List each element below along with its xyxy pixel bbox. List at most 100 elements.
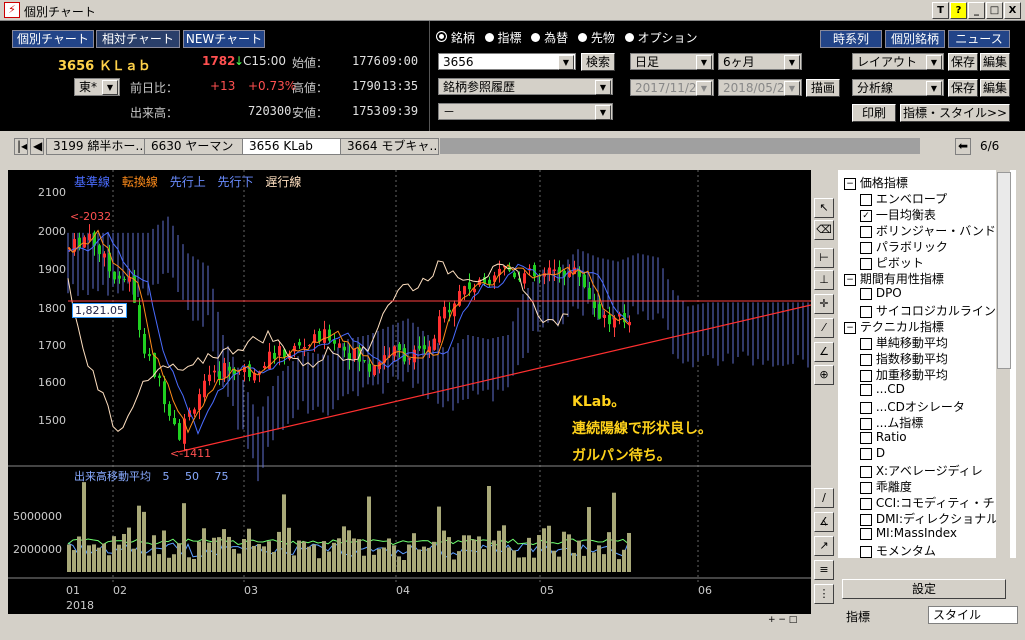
tab-style[interactable]: スタイル: [928, 606, 1018, 624]
minimize-button[interactable]: _: [968, 2, 985, 19]
cursor-icon[interactable]: ↖: [814, 198, 834, 218]
crosshair-icon[interactable]: ✛: [814, 294, 834, 314]
close-button[interactable]: X: [1004, 2, 1021, 19]
eraser-icon[interactable]: ⌫: [814, 220, 834, 240]
timeseries-button[interactable]: 時系列: [820, 30, 882, 48]
tree-item[interactable]: ...CD: [844, 382, 1016, 398]
analysis-save-button[interactable]: 保存: [948, 79, 978, 97]
stock-tab-active[interactable]: 3656 KLab: [242, 138, 341, 155]
search-button[interactable]: 検索: [581, 53, 615, 71]
date-to-input[interactable]: 2018/05/22 ▼: [718, 79, 802, 96]
checkbox[interactable]: [860, 447, 872, 460]
tree-item[interactable]: Ratio: [844, 430, 1016, 446]
period-unit-select[interactable]: 日足 ▼: [630, 53, 714, 70]
extra-select[interactable]: － ▼: [438, 103, 613, 120]
fibonacci-fan-icon[interactable]: ∡: [814, 512, 834, 532]
tree-item[interactable]: DMI:ディレクショナル: [844, 510, 1016, 526]
tree-item[interactable]: MI:MassIndex: [844, 526, 1016, 542]
checkbox[interactable]: [860, 287, 872, 300]
maximize-button[interactable]: □: [986, 2, 1003, 19]
cycle-icon[interactable]: ⋮: [814, 584, 834, 604]
tree-item[interactable]: 乖離度: [844, 478, 1016, 494]
settings-button[interactable]: 設定: [842, 579, 1006, 599]
tree-item[interactable]: モメンタム: [844, 542, 1016, 558]
draw-button[interactable]: 描画: [806, 79, 840, 97]
analysis-select[interactable]: 分析線 ▼: [852, 79, 944, 96]
scroll-thumb[interactable]: [997, 172, 1011, 369]
tree-item[interactable]: ...ム指標: [844, 414, 1016, 430]
tree-group[interactable]: − 価格指標: [844, 174, 1016, 190]
checkbox[interactable]: [860, 257, 872, 270]
checkbox[interactable]: [860, 527, 872, 540]
market-select[interactable]: 東* ▼: [74, 78, 120, 96]
tree-scrollbar[interactable]: [996, 170, 1011, 558]
tab-relative-chart[interactable]: 相対チャート: [96, 30, 180, 48]
checkbox[interactable]: [860, 383, 872, 396]
tree-item[interactable]: 指数移動平均: [844, 350, 1016, 366]
news-button[interactable]: ニュース: [948, 30, 1010, 48]
checkbox[interactable]: [860, 353, 872, 366]
tree-item[interactable]: ✓ 一目均衡表: [844, 206, 1016, 222]
radio-fx[interactable]: 為替: [531, 31, 568, 45]
checkbox[interactable]: [860, 241, 872, 254]
checkbox[interactable]: [860, 225, 872, 238]
chart-area[interactable]: 基準線 転換線 先行上 先行下 遅行線 2100 2000 1900 1800 …: [8, 170, 812, 618]
stock-tab[interactable]: 3199 綿半ホー…: [46, 138, 145, 155]
indicator-style-button[interactable]: 指標・スタイル>>: [900, 104, 1010, 122]
ray-icon[interactable]: ↗: [814, 536, 834, 556]
tab-indicator[interactable]: 指標: [846, 608, 870, 625]
horizontal-line-icon[interactable]: ⊢: [814, 248, 834, 268]
date-from-input[interactable]: 2017/11/22 ▼: [630, 79, 714, 96]
tree-item[interactable]: 単純移動平均: [844, 334, 1016, 350]
radio-options[interactable]: オプション: [624, 31, 698, 45]
annotation-text[interactable]: KLab。 連続陽線で形状良し。 ガルパン待ち。: [572, 389, 712, 470]
tree-item[interactable]: エンベロープ: [844, 190, 1016, 206]
tree-hscrollbar[interactable]: [838, 558, 1010, 572]
tree-item[interactable]: CCI:コモディティ・チャ: [844, 494, 1016, 510]
vertical-line-icon[interactable]: ⊥: [814, 270, 834, 290]
checkbox[interactable]: ✓: [860, 209, 872, 222]
checkbox[interactable]: [860, 305, 872, 318]
trendline-icon[interactable]: ⁄: [814, 318, 834, 338]
zoom-controls[interactable]: + − □: [768, 615, 808, 627]
collapse-icon[interactable]: −: [844, 273, 856, 286]
stock-tab[interactable]: 6630 ヤーマン: [144, 138, 243, 155]
tree-group[interactable]: − テクニカル指標: [844, 318, 1016, 334]
checkbox[interactable]: [860, 431, 872, 444]
back-arrow-button[interactable]: ⬅: [955, 138, 971, 155]
tree-group[interactable]: − 期間有用性指標: [844, 270, 1016, 286]
layout-edit-button[interactable]: 編集: [980, 53, 1010, 71]
tree-item[interactable]: サイコロジカルライン: [844, 302, 1016, 318]
tree-item[interactable]: ピボット: [844, 254, 1016, 270]
print-button[interactable]: 印刷: [852, 104, 896, 122]
tree-item[interactable]: X:アベレージディレ: [844, 462, 1016, 478]
tree-item[interactable]: ボリンジャー・バンド: [844, 222, 1016, 238]
tree-item[interactable]: D: [844, 446, 1016, 462]
period-range-select[interactable]: 6ヶ月 ▼: [718, 53, 802, 70]
history-select[interactable]: 銘柄参照履歴 ▼: [438, 78, 613, 95]
help-button[interactable]: ?: [950, 2, 967, 19]
checkbox[interactable]: [860, 369, 872, 382]
collapse-icon[interactable]: −: [844, 177, 856, 190]
tree-item[interactable]: 加重移動平均: [844, 366, 1016, 382]
retracement-icon[interactable]: ≡: [814, 560, 834, 580]
checkbox[interactable]: [860, 417, 872, 430]
chart-hscrollbar[interactable]: + − □: [8, 614, 811, 628]
checkbox[interactable]: [860, 401, 872, 414]
collapse-icon[interactable]: −: [844, 321, 856, 334]
tab-new-chart[interactable]: NEWチャート: [183, 30, 265, 48]
gann-icon[interactable]: ⊕: [814, 365, 834, 385]
analysis-edit-button[interactable]: 編集: [980, 79, 1010, 97]
radio-futures[interactable]: 先物: [578, 31, 615, 45]
tree-item[interactable]: DPO: [844, 286, 1016, 302]
text-tool-button[interactable]: T: [932, 2, 949, 19]
symbol-input[interactable]: 3656 ▼: [438, 53, 576, 70]
checkbox[interactable]: [860, 465, 872, 478]
first-tab-button[interactable]: |◀: [14, 138, 28, 155]
checkbox[interactable]: [860, 481, 872, 494]
stock-button[interactable]: 個別銘柄: [885, 30, 945, 48]
fan-line-icon[interactable]: ∠: [814, 342, 834, 362]
checkbox[interactable]: [860, 513, 872, 526]
tab-individual-chart[interactable]: 個別チャート: [12, 30, 94, 48]
checkbox[interactable]: [860, 337, 872, 350]
